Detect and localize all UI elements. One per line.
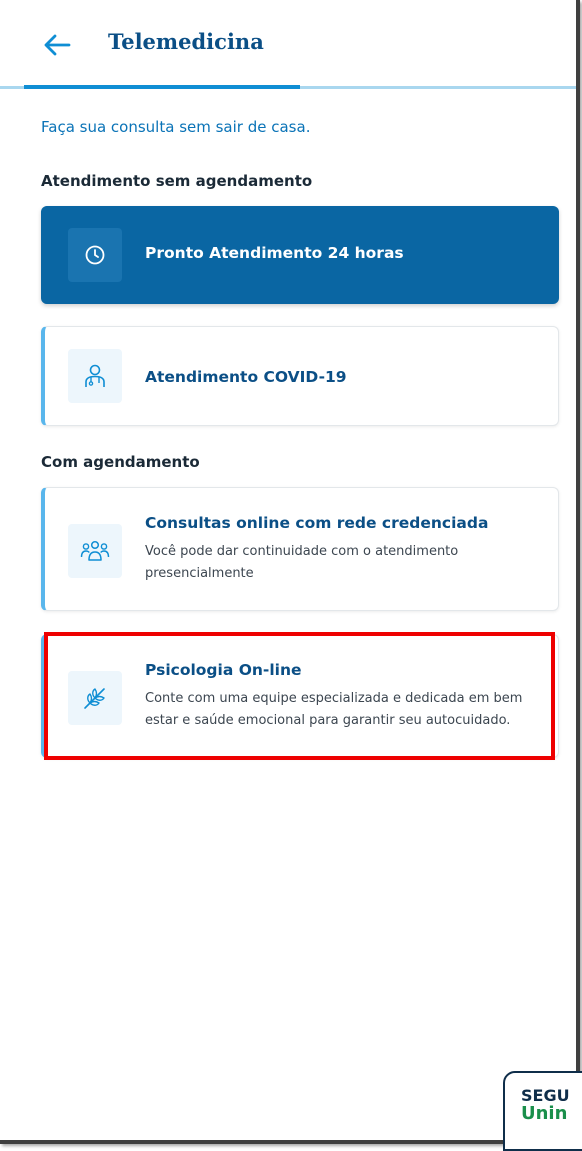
back-button[interactable]	[40, 28, 74, 62]
app-header: Telemedicina	[0, 0, 576, 89]
card-consultas-online[interactable]: Consultas online com rede credenciada Vo…	[41, 487, 559, 611]
card-title: Psicologia On-line	[145, 661, 302, 679]
card-icon-box	[68, 228, 122, 282]
brand-logo: SEGU Unin	[503, 1071, 582, 1151]
doctor-icon	[85, 364, 105, 387]
group-icon	[80, 540, 110, 561]
logo-text-top: SEGU	[521, 1086, 570, 1105]
card-icon-box	[68, 524, 122, 578]
section-label-with-appointment: Com agendamento	[41, 453, 200, 471]
clock-icon	[85, 245, 105, 265]
logo-text-bottom: Unin	[521, 1103, 568, 1124]
app-screen: Telemedicina Faça sua consulta sem sair …	[0, 0, 580, 1144]
page-subtitle: Faça sua consulta sem sair de casa.	[41, 118, 311, 136]
leaf-icon	[84, 688, 105, 709]
section-label-no-appointment: Atendimento sem agendamento	[41, 172, 313, 190]
card-icon-box	[68, 671, 122, 725]
page-title: Telemedicina	[108, 29, 264, 54]
card-pronto-atendimento[interactable]: Pronto Atendimento 24 horas	[41, 206, 559, 304]
card-atendimento-covid[interactable]: Atendimento COVID-19	[41, 326, 559, 426]
arrow-left-icon	[44, 34, 71, 56]
card-description: Você pode dar continuidade com o atendim…	[145, 544, 459, 581]
card-icon-box	[68, 349, 122, 403]
card-description: Conte com uma equipe especializada e ded…	[145, 691, 523, 728]
active-tab-indicator	[24, 85, 300, 89]
card-title: Pronto Atendimento 24 horas	[145, 244, 404, 262]
card-title: Consultas online com rede credenciada	[145, 514, 489, 532]
card-title: Atendimento COVID-19	[145, 368, 347, 386]
card-psicologia-online[interactable]: Psicologia On-line Conte com uma equipe …	[41, 634, 559, 758]
